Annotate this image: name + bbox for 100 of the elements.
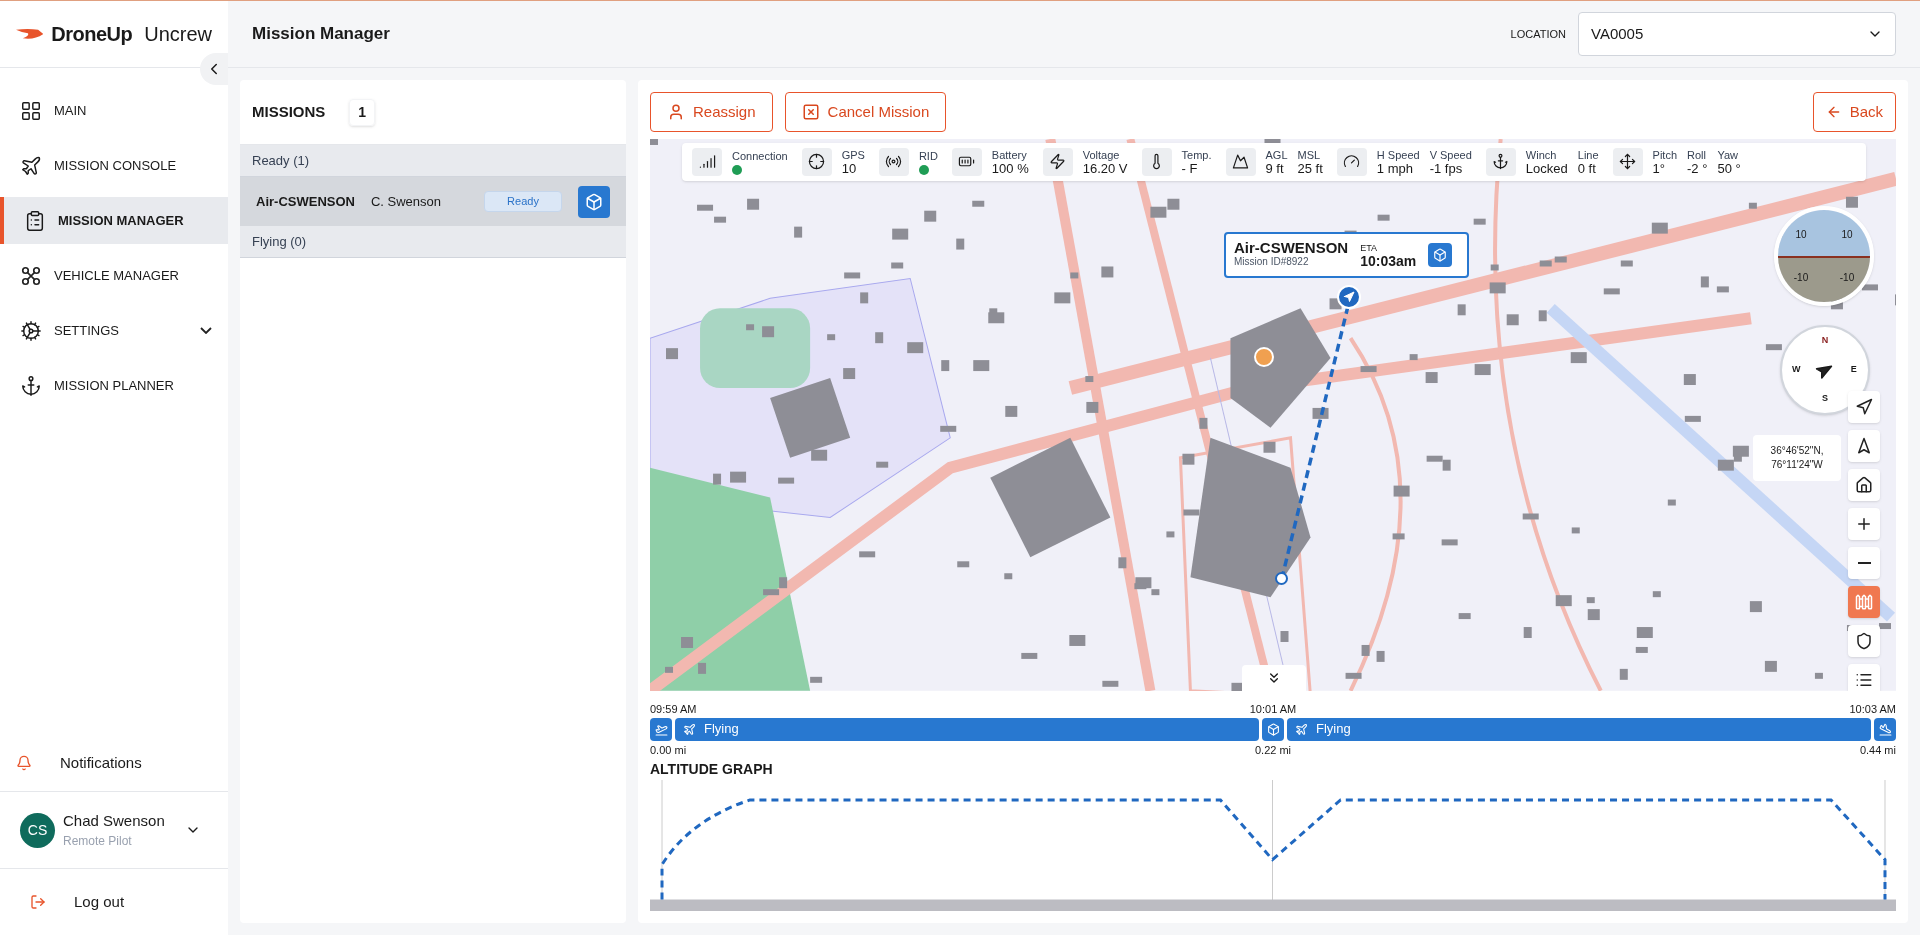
package-icon [1262,717,1284,741]
bell-icon [16,755,32,771]
distance-label: 0.00 mi [650,743,687,757]
collapse-button[interactable] [200,53,228,85]
map-control-button[interactable] [1848,663,1880,691]
map-control-button[interactable] [1848,468,1880,501]
cancel-icon [801,103,820,122]
package-button[interactable] [578,185,610,218]
package-icon [1428,242,1453,267]
longitude-text: 76°11'24"W [1771,457,1823,472]
brand-name: DroneUp [51,22,133,47]
cancel-mission-button[interactable]: Cancel Mission [784,92,947,133]
map-control-button[interactable] [1848,429,1880,462]
user-card[interactable]: CS Chad Swenson Remote Pilot [0,792,228,869]
map-control-button[interactable] [1848,390,1880,423]
telemetry-label: Roll [1687,147,1707,162]
telemetry-value: - F [1181,161,1198,176]
telemetry-label: Temp. [1181,147,1212,162]
expand-button[interactable] [1242,664,1306,691]
logo-swoosh-icon [16,27,44,41]
map-control-button[interactable] [1848,507,1880,540]
telemetry-value: 50 ° [1717,161,1741,176]
telemetry-label: Pitch [1652,147,1678,162]
pilot-name: C. Swenson [370,192,443,211]
eta-label: ETA [1360,241,1378,255]
notifications-button[interactable]: Notifications [0,735,228,792]
anchor-icon [20,374,42,397]
compass-east-label: E [1850,363,1857,377]
latitude-text: 36°46'52"N, [1770,443,1824,458]
nav-item[interactable]: MAIN [0,87,228,134]
grid-icon [20,99,42,122]
logout-icon [30,894,46,910]
telemetry-label: H Speed [1376,147,1420,162]
nav-item[interactable]: MISSION MANAGER [0,197,228,244]
telemetry-label: GPS [841,147,865,162]
nav-item[interactable]: MISSION CONSOLE [0,142,228,189]
mission-name: Air-CSWENSON [256,192,355,211]
mission-row[interactable]: Air-CSWENSON C. Swenson Ready [240,177,626,226]
telemetry-label: MSL [1297,147,1322,162]
mountain-icon [1225,147,1256,176]
time-label: 10:01 AM [1249,702,1297,716]
telemetry-value: 1 mph [1376,161,1413,176]
time-label: 09:59 AM [650,702,697,716]
telemetry-value: 1° [1652,161,1666,176]
telemetry-value: 0 ft [1577,161,1597,176]
map-control-button[interactable] [1848,624,1880,657]
distance-label: 0.22 mi [1254,743,1292,757]
crosshair-icon [801,147,832,176]
compass-west-label: W [1792,363,1801,377]
navigation-icon [1855,397,1873,416]
pitch-scale-label: -10 [1839,270,1855,285]
telemetry-value: Locked [1525,161,1568,176]
eta-time: 10:03am [1360,254,1417,268]
back-button[interactable]: Back [1812,92,1896,133]
reassign-button[interactable]: Reassign [650,92,773,133]
telemetry-value: 16.20 V [1082,161,1128,176]
telemetry-value: -1 fps [1429,161,1463,176]
avatar: CS [20,812,55,848]
pitch-scale-label: -10 [1793,270,1809,285]
plane-icon [20,154,42,177]
segment-label: Flying [704,720,739,739]
signal-icon [692,147,722,176]
telemetry-value: -2 ° [1687,161,1708,176]
landing-icon [1874,717,1896,741]
plane-icon [683,722,696,736]
location-select[interactable]: VA0005 [1578,12,1896,56]
nav-item[interactable]: SETTINGS [0,307,228,354]
telemetry-label: AGL [1265,147,1288,162]
settings-icon [20,319,42,342]
distance-label: 0.44 mi [1859,743,1896,757]
arrows-icon [1612,147,1643,176]
nav-item[interactable]: VEHICLE MANAGER [0,252,228,299]
telemetry-label: Battery [991,147,1028,162]
nav-item[interactable]: MISSION PLANNER [0,362,228,409]
package-icon [585,192,603,211]
location-label: LOCATION [1510,26,1566,42]
segment-label: Flying [1316,720,1351,739]
map-control-button[interactable] [1848,546,1880,579]
page-title: Mission Manager [252,23,390,46]
group-header: Ready (1) [240,145,626,177]
telemetry-value: 10 [841,161,858,176]
user-role: Remote Pilot [63,833,133,851]
gauge-icon [1336,147,1367,176]
logout-button[interactable]: Log out [0,869,228,935]
altitude-graph-title: ALTITUDE GRAPH [650,759,774,779]
clipboard-icon [24,209,46,232]
time-label: 10:03 AM [1849,702,1896,716]
quadcopter-icon [20,264,42,287]
shield-icon [1855,631,1873,650]
takeoff-icon [650,717,672,741]
telemetry-label: Yaw [1717,147,1739,162]
telemetry-value: 9 ft [1265,161,1285,176]
product-name: Uncrew [144,22,212,47]
telemetry-label: Voltage [1082,147,1121,162]
pitch-scale-label: 10 [1795,227,1807,242]
person-icon [667,103,685,122]
radio-icon [878,147,909,176]
telemetry-label: Connection [732,148,788,163]
user-name: Chad Swenson [63,810,165,831]
pitch-scale-label: 10 [1841,227,1853,242]
